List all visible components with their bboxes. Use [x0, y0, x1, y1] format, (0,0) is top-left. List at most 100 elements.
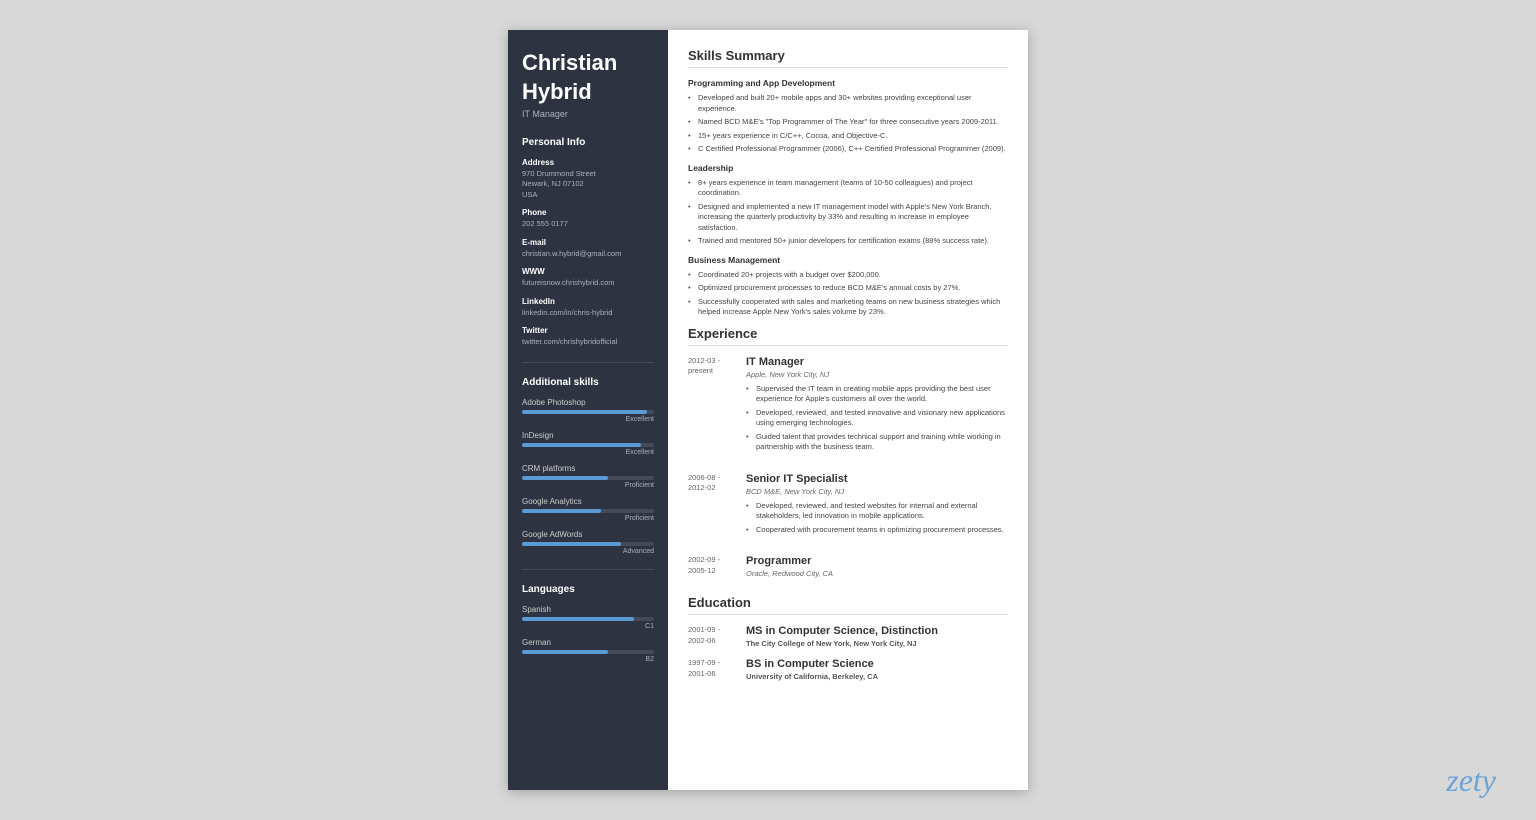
- address-label: Address: [522, 158, 654, 167]
- bullet-item: Developed and built 20+ mobile apps and …: [688, 93, 1008, 114]
- exp-content: ProgrammerOracle, Redwood City, CA: [746, 555, 1008, 583]
- language-bar-bg: [522, 650, 654, 654]
- exp-bullet-item: Developed, reviewed, and tested innovati…: [746, 408, 1008, 429]
- bullet-item: Named BCD M&E's "Top Programmer of The Y…: [688, 117, 1008, 128]
- skill-bar-bg: [522, 443, 654, 447]
- education-entry: 2001-09 -2002-06MS in Computer Science, …: [688, 625, 1008, 648]
- bullet-item: Optimized procurement processes to reduc…: [688, 283, 1008, 294]
- prog-dev-list: Developed and built 20+ mobile apps and …: [688, 93, 1008, 155]
- skill-name: Adobe Photoshop: [522, 398, 654, 407]
- exp-job-title: Programmer: [746, 555, 1008, 567]
- twitter-label: Twitter: [522, 326, 654, 335]
- divider-1: [522, 362, 654, 363]
- exp-date: 2006-08 -2012-02: [688, 473, 746, 544]
- language-level: B2: [522, 656, 654, 663]
- bullet-item: 15+ years experience in C/C++, Cocoa, an…: [688, 131, 1008, 142]
- exp-bullet-item: Supervised the IT team in creating mobil…: [746, 384, 1008, 405]
- address-line1: 970 Drummond Street: [522, 169, 654, 180]
- main-content: Skills Summary Programming and App Devel…: [668, 30, 1028, 790]
- language-name: Spanish: [522, 605, 654, 614]
- exp-content: IT Manager Apple, New York City, NJ Superv…: [746, 356, 1008, 461]
- phone-label: Phone: [522, 208, 654, 217]
- skill-item: InDesign Excellent: [522, 431, 654, 456]
- exp-job-title: IT Manager: [746, 356, 1008, 368]
- language-level: C1: [522, 623, 654, 630]
- skill-item: Google AnalyticsProficient: [522, 497, 654, 522]
- language-name: German: [522, 638, 654, 647]
- skill-bar-bg: [522, 509, 654, 513]
- business-list: Coordinated 20+ projects with a budget o…: [688, 270, 1008, 318]
- candidate-last-name: Hybrid: [522, 79, 654, 104]
- leadership-list: 8+ years experience in team management (…: [688, 178, 1008, 247]
- bullet-item: Coordinated 20+ projects with a budget o…: [688, 270, 1008, 281]
- bullet-item: Successfully cooperated with sales and m…: [688, 297, 1008, 318]
- exp-bullet-item: Guided talent that provides technical su…: [746, 432, 1008, 453]
- leadership-heading: Leadership: [688, 163, 1008, 173]
- language-item: German B2: [522, 638, 654, 663]
- experience-entry: 2006-08 -2012-02Senior IT SpecialistBCD …: [688, 473, 1008, 544]
- edu-school: University of California, Berkeley, CA: [746, 672, 1008, 681]
- additional-skills-heading: Additional skills: [522, 377, 654, 388]
- exp-company: Apple, New York City, NJ: [746, 370, 1008, 379]
- address-line3: USA: [522, 190, 654, 201]
- skills-container: Adobe Photoshop Excellent InDesign Excellen…: [522, 398, 654, 555]
- skill-bar-bg: [522, 542, 654, 546]
- candidate-first-name: Christian: [522, 50, 654, 75]
- experience-entry: 2012-03 -presentIT Manager Apple, New Yor…: [688, 356, 1008, 461]
- languages-container: Spanish C1 German B2: [522, 605, 654, 663]
- prog-dev-heading: Programming and App Development: [688, 78, 1008, 88]
- experience-container: 2012-03 -presentIT Manager Apple, New Yor…: [688, 356, 1008, 584]
- skill-item: Google AdWords Advanced: [522, 530, 654, 555]
- skill-bar-fill: [522, 476, 608, 480]
- skill-level: Advanced: [522, 548, 654, 555]
- skill-level: Excellent: [522, 449, 654, 456]
- edu-degree: MS in Computer Science, Distinction: [746, 625, 1008, 637]
- skills-summary-heading: Skills Summary: [688, 48, 1008, 68]
- linkedin-value: linkedin.com/in/chris-hybrid: [522, 308, 654, 319]
- edu-date: 2001-09 -2002-06: [688, 625, 746, 648]
- linkedin-label: LinkedIn: [522, 297, 654, 306]
- phone-value: 202 555 0177: [522, 219, 654, 230]
- edu-content: BS in Computer Science University of Cali…: [746, 658, 1008, 681]
- bullet-item: 8+ years experience in team management (…: [688, 178, 1008, 199]
- skill-name: InDesign: [522, 431, 654, 440]
- divider-2: [522, 569, 654, 570]
- skill-level: Excellent: [522, 416, 654, 423]
- language-bar-fill: [522, 617, 634, 621]
- edu-date: 1997-09 -2001-06: [688, 658, 746, 681]
- exp-bullets: Developed, reviewed, and tested websites…: [746, 501, 1008, 536]
- language-bar-fill: [522, 650, 608, 654]
- skill-level: Proficient: [522, 515, 654, 522]
- languages-heading: Languages: [522, 584, 654, 595]
- edu-degree: BS in Computer Science: [746, 658, 1008, 670]
- email-value: christian.w.hybrid@gmail.com: [522, 249, 654, 260]
- edu-school: The City College of New York, New York C…: [746, 639, 1008, 648]
- bullet-item: C Certified Professional Programmer (200…: [688, 144, 1008, 155]
- sidebar: Christian Hybrid IT Manager Personal Inf…: [508, 30, 668, 790]
- bullet-item: Trained and mentored 50+ junior develope…: [688, 236, 1008, 247]
- personal-info-heading: Personal Info: [522, 137, 654, 148]
- www-value: futureisnow.chrishybrid.com: [522, 278, 654, 289]
- skill-bar-bg: [522, 410, 654, 414]
- skill-bar-fill: [522, 542, 621, 546]
- www-label: WWW: [522, 267, 654, 276]
- twitter-value: twitter.com/chrishybridofficial: [522, 337, 654, 348]
- skill-bar-fill: [522, 410, 647, 414]
- skill-bar-bg: [522, 476, 654, 480]
- skill-name: Google AdWords: [522, 530, 654, 539]
- experience-heading: Experience: [688, 326, 1008, 346]
- language-bar-bg: [522, 617, 654, 621]
- edu-content: MS in Computer Science, Distinction The C…: [746, 625, 1008, 648]
- skill-name: CRM platforms: [522, 464, 654, 473]
- language-item: Spanish C1: [522, 605, 654, 630]
- skill-item: CRM platforms Proficient: [522, 464, 654, 489]
- exp-date: 2002-09 -2005-12: [688, 555, 746, 583]
- skill-level: Proficient: [522, 482, 654, 489]
- exp-date: 2012-03 -present: [688, 356, 746, 461]
- exp-bullet-item: Cooperated with procurement teams in opt…: [746, 525, 1008, 536]
- bullet-item: Designed and implemented a new IT manage…: [688, 202, 1008, 234]
- skill-bar-fill: [522, 509, 601, 513]
- exp-bullet-item: Developed, reviewed, and tested websites…: [746, 501, 1008, 522]
- business-heading: Business Management: [688, 255, 1008, 265]
- exp-company: BCD M&E, New York City, NJ: [746, 487, 1008, 496]
